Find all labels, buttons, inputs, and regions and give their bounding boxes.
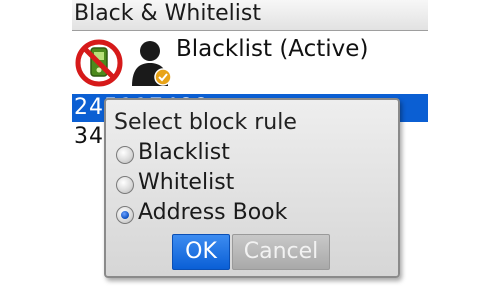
blocked-phone-icon (75, 39, 123, 87)
ok-button[interactable]: OK (172, 234, 230, 270)
radio-button[interactable] (116, 146, 134, 164)
block-rule-dialog: Select block rule Blacklist Whitelist Ad… (104, 98, 400, 278)
cancel-button[interactable]: Cancel (232, 234, 330, 270)
list-item-number[interactable]: 34 (74, 124, 104, 149)
option-label: Whitelist (138, 170, 235, 195)
option-label: Address Book (138, 200, 288, 225)
blacklist-status-label: Blacklist (Active) (176, 36, 369, 62)
dialog-title: Select block rule (114, 110, 297, 135)
option-whitelist[interactable]: Whitelist (116, 170, 376, 198)
status-row[interactable]: Blacklist (Active) (72, 31, 428, 89)
contact-checkmark-icon (132, 41, 172, 86)
option-address-book[interactable]: Address Book (116, 200, 376, 228)
app-title: Black & Whitelist (74, 1, 261, 26)
option-blacklist[interactable]: Blacklist (116, 140, 376, 168)
radio-button-checked[interactable] (116, 206, 134, 224)
radio-button[interactable] (116, 176, 134, 194)
title-bar: Black & Whitelist (72, 0, 428, 31)
option-label: Blacklist (138, 140, 230, 165)
app-screen: Black & Whitelist Blacklist (Active) 245… (72, 0, 428, 299)
